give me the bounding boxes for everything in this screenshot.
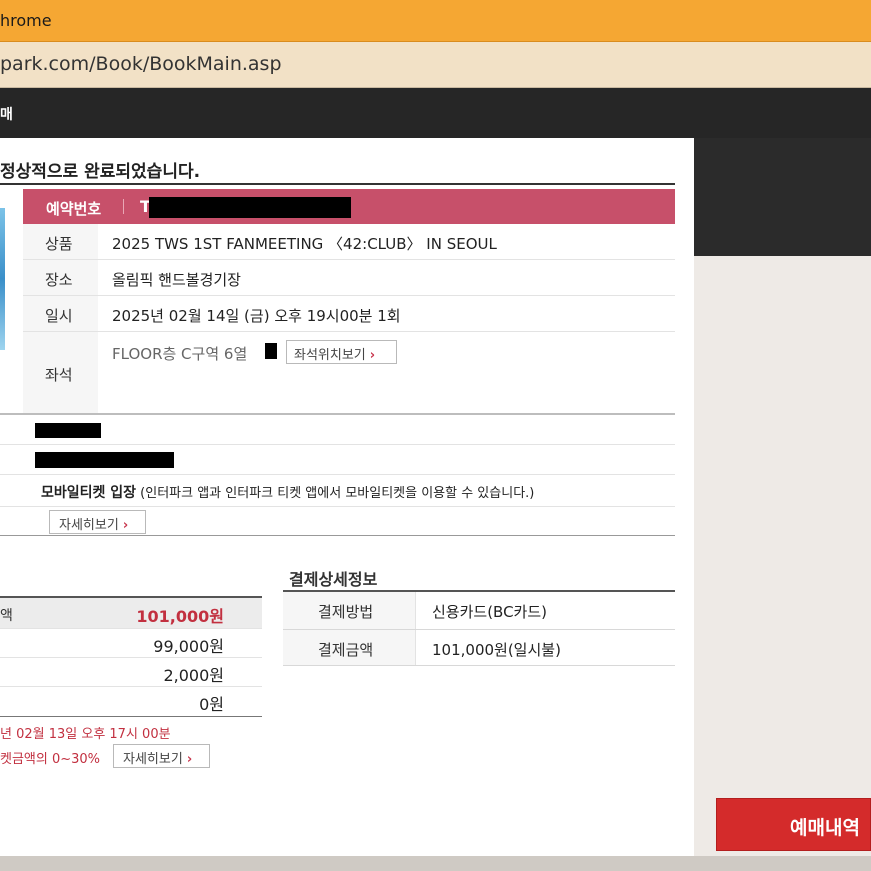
cancel-deadline: 년 02월 13일 오후 17시 00분 (0, 727, 171, 742)
chevron-right-icon: › (122, 518, 129, 533)
detail-label: 장소 (45, 271, 73, 289)
venue-name: 올림픽 핸드볼경기장 (112, 271, 241, 289)
booking-history-label: 예매내역 (790, 817, 860, 839)
booking-history-button[interactable]: 예매내역 (716, 798, 871, 851)
detail-label: 좌석 (45, 366, 73, 384)
divider (123, 199, 124, 214)
cancel-fee: 켓금액의 0~30% (0, 752, 101, 767)
product-name: 2025 TWS 1ST FANMEETING 〈42:CLUB〉 IN SEO… (112, 235, 497, 253)
event-datetime: 2025년 02월 14일 (금) 오후 19시00분 1회 (112, 307, 401, 325)
seat-info: FLOOR층 C구역 6열 (112, 345, 248, 363)
payment-label: 결제방법 (318, 603, 374, 621)
payment-method: 신용카드(BC카드) (432, 603, 548, 621)
mobile-ticket-info: 모바일티켓 입장 (인터파크 앱과 인터파크 티켓 앱에서 모바일티켓을 이용할… (41, 482, 534, 502)
redacted-seat-number (265, 343, 277, 359)
info-row (0, 415, 675, 445)
amount-fee: 2,000원 (163, 666, 224, 685)
detail-label: 일시 (45, 307, 73, 325)
amount-ticket-price: 99,000원 (153, 637, 224, 656)
redacted-reservation-number (149, 197, 351, 218)
url-text[interactable]: park.com/Book/BookMain.asp (0, 53, 282, 75)
background-grey-area (694, 256, 871, 871)
amount-row: 99,000원 (0, 629, 262, 658)
redacted-field (35, 423, 101, 438)
detail-row-datetime: 일시 2025년 02월 14일 (금) 오후 19시00분 1회 (23, 296, 675, 332)
seat-location-label: 좌석위치보기 (294, 348, 366, 363)
amount-row-total: 액 101,000원 (0, 598, 262, 629)
detail-button-label: 자세히보기 (59, 518, 119, 533)
window-bottom-edge (0, 856, 871, 871)
background-dark-area (694, 138, 871, 256)
event-poster-image (0, 208, 5, 350)
reservation-label: 예약번호 (46, 200, 102, 218)
detail-row-venue: 장소 올림픽 핸드볼경기장 (23, 260, 675, 296)
payment-label: 결제금액 (318, 641, 374, 659)
payment-row-amount: 결제금액 101,000원(일시불) (283, 630, 675, 666)
detail-button-label: 자세히보기 (123, 752, 183, 767)
mobile-ticket-desc: (인터파크 앱과 인터파크 티켓 앱에서 모바일티켓을 이용할 수 있습니다.) (136, 486, 535, 501)
section-divider (0, 535, 675, 536)
page-header-title: 매 (0, 107, 13, 123)
payment-detail-title: 결제상세정보 (289, 570, 378, 589)
address-bar[interactable]: park.com/Book/BookMain.asp (0, 42, 871, 88)
completion-heading: 정상적으로 완료되었습니다. (0, 162, 201, 182)
mobile-ticket-title: 모바일티켓 입장 (41, 485, 137, 501)
amount-other: 0원 (199, 695, 224, 714)
amount-row: 2,000원 (0, 658, 262, 687)
seat-location-button[interactable]: 좌석위치보기 › (286, 340, 397, 364)
payment-amount: 101,000원(일시불) (432, 641, 561, 659)
amount-total: 101,000원 (136, 607, 224, 626)
detail-row-product: 상품 2025 TWS 1ST FANMEETING 〈42:CLUB〉 IN … (23, 224, 675, 260)
detail-label: 상품 (45, 235, 73, 253)
heading-divider (0, 183, 675, 185)
browser-titlebar: hrome (0, 0, 871, 42)
chevron-right-icon: › (369, 348, 376, 363)
amount-row: 0원 (0, 687, 262, 716)
redacted-field (35, 452, 174, 468)
amount-label: 액 (0, 608, 13, 624)
amount-table-bottom-border (0, 716, 262, 717)
chevron-right-icon: › (186, 752, 193, 767)
payment-row-method: 결제방법 신용카드(BC카드) (283, 592, 675, 630)
window-title: hrome (0, 11, 52, 30)
page-header: 매 (0, 88, 871, 138)
cancel-detail-button[interactable]: 자세히보기 › (113, 744, 210, 768)
mobile-detail-button[interactable]: 자세히보기 › (49, 510, 146, 534)
